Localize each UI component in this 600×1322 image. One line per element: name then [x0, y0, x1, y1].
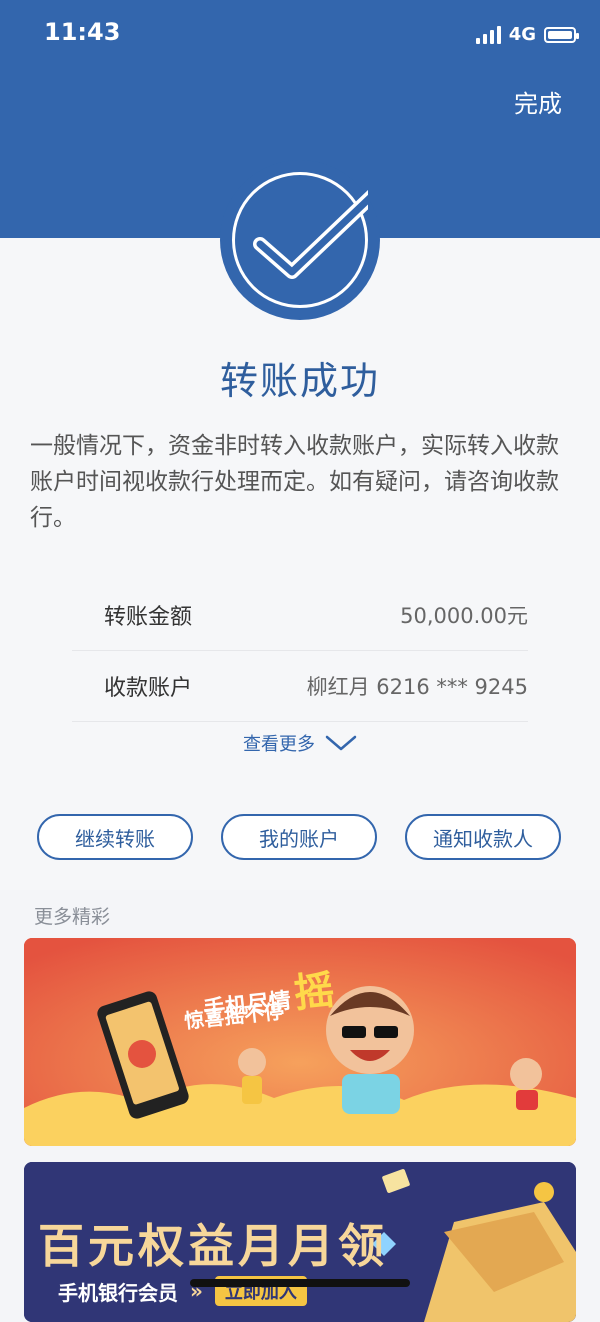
signal-icon [475, 25, 501, 44]
membership-title: 百元权益月月领 [38, 1219, 388, 1273]
success-badge [220, 160, 380, 320]
result-content [0, 238, 600, 890]
status-bar: 11:43 4G [0, 0, 600, 70]
status-indicators: 4G [475, 24, 579, 45]
promo-banner-shake[interactable]: 手机尽情摇 惊喜摇不停 [24, 938, 576, 1146]
success-description: 一般情况下，资金非时转入收款账户，实际转入收款账户时间视收款行处理而定。如有疑问… [30, 433, 559, 531]
continue-transfer-button[interactable]: 继续转账 [37, 814, 193, 860]
status-time: 11:43 [44, 18, 121, 46]
network-type: 4G [508, 24, 536, 45]
detail-value: 柳红月 6216 *** 9245 [306, 675, 528, 699]
promo-banner-membership[interactable]: 百元权益月月领 手机银行会员 » 立即加入 [24, 1162, 576, 1322]
view-more-label: 查看更多 [243, 734, 315, 755]
my-account-button[interactable]: 我的账户 [221, 814, 377, 860]
notify-payee-button[interactable]: 通知收款人 [405, 814, 561, 860]
detail-value: 50,000.00元 [400, 604, 528, 628]
detail-row-amount: 转账金额 50,000.00元 [72, 580, 528, 651]
success-check-icon [232, 172, 368, 308]
detail-row-account: 收款账户 柳红月 6216 *** 9245 [72, 651, 528, 722]
battery-icon [544, 26, 579, 43]
view-more-button[interactable]: 查看更多 [0, 730, 600, 756]
section-title: 更多精彩 [34, 906, 111, 928]
home-indicator [190, 1279, 410, 1287]
success-title: 转账成功 [219, 359, 380, 403]
detail-label: 转账金额 [104, 605, 193, 630]
detail-label: 收款账户 [104, 676, 193, 701]
membership-subtitle: 手机银行会员 [58, 1280, 178, 1305]
done-button[interactable]: 完成 [514, 84, 562, 119]
chevron-down-icon [325, 735, 357, 751]
